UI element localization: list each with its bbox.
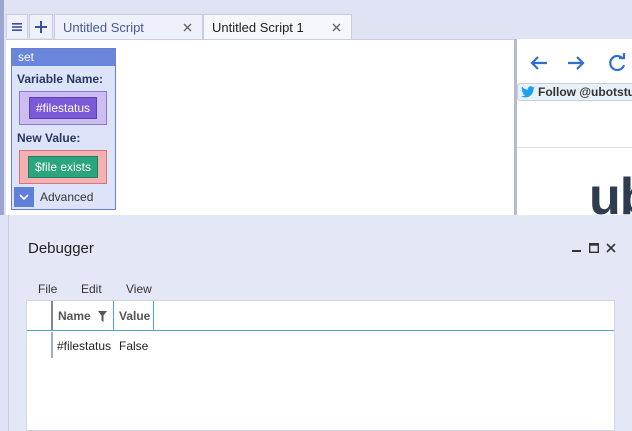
hamburger-icon: [12, 22, 22, 31]
new-value-slot[interactable]: $file exists: [19, 150, 107, 184]
column-header-name-label: Name: [58, 309, 91, 323]
left-edge-bar: [0, 0, 4, 215]
twitter-follow-button[interactable]: Follow @ubotstud: [517, 83, 632, 101]
menu-file[interactable]: File: [38, 282, 57, 296]
cell-value: False: [119, 339, 149, 353]
variables-grid: Name Value #filestatus False: [26, 300, 615, 431]
column-header-value-label: Value: [119, 309, 151, 323]
debugger-title: Debugger: [28, 240, 94, 257]
filter-icon[interactable]: [97, 310, 107, 322]
table-row[interactable]: #filestatus False: [53, 337, 553, 355]
arrow-right-icon: [568, 56, 585, 70]
tab-close-button[interactable]: [180, 20, 194, 34]
tab-label: Untitled Script 1: [212, 19, 304, 35]
set-command-block[interactable]: set Variable Name: #filestatus New Value…: [11, 48, 116, 210]
column-header-name[interactable]: Name: [53, 301, 114, 331]
debugger-panel: Debugger File Edit View Name Value #file…: [8, 215, 632, 431]
menu-view[interactable]: View: [126, 282, 152, 296]
new-value-label: New Value:: [17, 131, 81, 145]
tab-untitled-script-1[interactable]: Untitled Script 1: [203, 14, 352, 39]
browser-pane: Follow @ubotstud ub: [517, 39, 632, 215]
variable-chip[interactable]: #filestatus: [28, 97, 98, 119]
plus-icon: [35, 20, 47, 33]
tab-close-button[interactable]: [329, 20, 343, 34]
advanced-toggle-button[interactable]: [14, 187, 34, 207]
arrow-left-icon: [530, 56, 547, 70]
menu-edit[interactable]: Edit: [81, 282, 102, 296]
close-icon: [332, 23, 340, 31]
advanced-row: Advanced: [12, 185, 115, 209]
chevron-down-icon: [19, 193, 29, 200]
hamburger-menu-button[interactable]: [6, 14, 28, 38]
refresh-button[interactable]: [605, 51, 629, 75]
maximize-icon: [589, 243, 599, 253]
tab-label: Untitled Script: [63, 19, 144, 35]
variable-name-slot[interactable]: #filestatus: [19, 91, 107, 125]
back-button[interactable]: [527, 51, 551, 75]
maximize-button[interactable]: [587, 241, 601, 255]
close-icon: [606, 243, 616, 253]
variable-name-label: Variable Name:: [17, 72, 104, 86]
advanced-label: Advanced: [40, 190, 94, 204]
script-canvas[interactable]: set Variable Name: #filestatus New Value…: [6, 39, 514, 215]
set-block-title: set: [12, 49, 115, 66]
minimize-icon: [572, 250, 581, 252]
grid-header: Name Value: [27, 301, 614, 331]
follow-label: Follow @ubotstud: [538, 85, 632, 99]
forward-button[interactable]: [564, 51, 588, 75]
close-panel-button[interactable]: [604, 241, 618, 255]
close-icon: [183, 23, 191, 31]
column-header-value[interactable]: Value: [114, 301, 154, 331]
tab-untitled-script[interactable]: Untitled Script: [54, 14, 203, 39]
add-tab-button[interactable]: [29, 14, 53, 38]
tab-bar: Untitled Script Untitled Script 1: [0, 0, 632, 39]
cell-name: #filestatus: [57, 339, 112, 353]
browser-divider: [517, 147, 632, 148]
refresh-icon: [609, 53, 626, 72]
twitter-bird-icon: [521, 86, 535, 98]
function-chip[interactable]: $file exists: [27, 156, 99, 178]
ubot-logo-text: ub: [589, 168, 632, 215]
minimize-button[interactable]: [570, 241, 584, 255]
